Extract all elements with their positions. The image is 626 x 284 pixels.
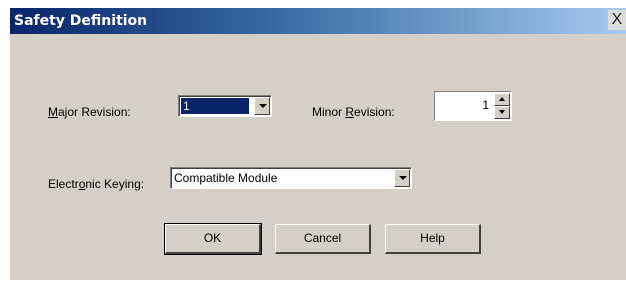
major-revision-value: 1 — [181, 98, 249, 114]
minor-revision-value: 1 — [482, 98, 489, 112]
electronic-keying-value: Compatible Module — [174, 171, 278, 185]
major-revision-label-key: M — [48, 105, 58, 119]
spin-down-icon[interactable] — [494, 106, 510, 119]
title-bar[interactable]: Safety Definition X — [10, 8, 626, 34]
major-revision-label-post: ajor Revision: — [58, 105, 131, 119]
electronic-keying-select[interactable]: Compatible Module — [170, 167, 412, 189]
safety-definition-dialog: Safety Definition X Major Revision: 1 Mi… — [10, 8, 626, 280]
chevron-down-icon[interactable] — [394, 169, 410, 187]
minor-revision-spinner[interactable]: 1 — [434, 91, 512, 121]
minor-revision-label-key: R — [345, 105, 355, 119]
electronic-keying-label-post: nic Keying: — [85, 177, 145, 191]
spin-up-icon[interactable] — [494, 93, 510, 106]
dialog-title: Safety Definition — [14, 13, 148, 29]
minor-revision-label-pre: Minor — [312, 105, 346, 119]
electronic-keying-label: Electronic Keying: — [48, 177, 144, 191]
cancel-button[interactable]: Cancel — [275, 224, 371, 254]
major-revision-select[interactable]: 1 — [178, 95, 272, 117]
help-button[interactable]: Help — [385, 224, 481, 254]
minor-revision-label: Minor Revision: — [312, 105, 395, 119]
close-icon[interactable]: X — [608, 10, 626, 30]
major-revision-label: Major Revision: — [48, 105, 131, 119]
ok-button[interactable]: OK — [164, 223, 262, 255]
electronic-keying-label-pre: Electr — [48, 177, 79, 191]
chevron-down-icon[interactable] — [254, 97, 270, 115]
minor-revision-label-post: evision: — [354, 105, 395, 119]
